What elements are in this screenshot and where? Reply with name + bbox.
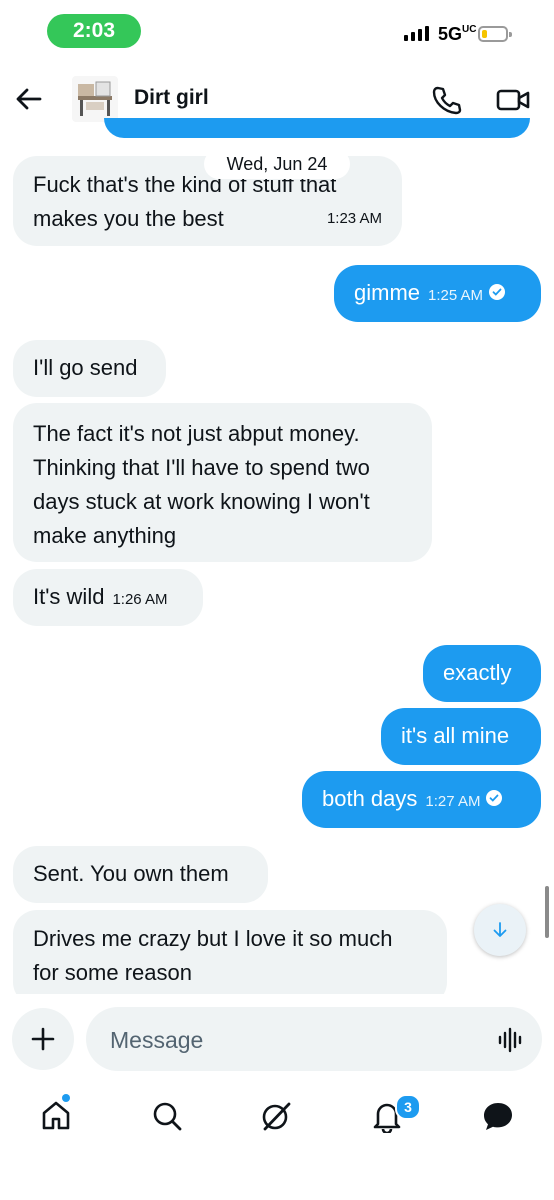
message-list-fade	[0, 994, 554, 1006]
message-outgoing[interactable]: it's all mine	[381, 708, 541, 765]
message-time: 1:26 AM	[112, 591, 168, 608]
message-outgoing[interactable]: gimme 1:25 AM	[334, 265, 541, 322]
home-icon	[42, 1101, 70, 1130]
message-text-line2-row: makes you the best 1:23 AM	[33, 202, 382, 236]
plus-icon	[31, 1027, 55, 1051]
message-text: Sent. You own them	[33, 861, 229, 886]
message-text: for some reason	[33, 960, 192, 985]
battery-icon	[478, 26, 512, 42]
message-composer	[86, 1007, 542, 1071]
read-receipt-icon	[486, 790, 503, 807]
message-text: It's wild	[33, 584, 105, 609]
messages-icon	[484, 1103, 512, 1130]
notifications-badge: 3	[395, 1094, 421, 1120]
video-camera-icon[interactable]	[496, 86, 530, 114]
message-time: 1:25 AM	[428, 287, 484, 304]
scroll-to-bottom-button[interactable]	[474, 904, 526, 956]
message-text: Thinking that I'll have to spend two	[33, 455, 370, 480]
arrow-left-icon[interactable]	[14, 84, 44, 114]
message-incoming[interactable]: The fact it's not just abput money. Thin…	[13, 403, 432, 562]
message-text: days stuck at work knowing I won't	[33, 489, 370, 514]
message-incoming[interactable]: It's wild 1:26 AM	[13, 569, 203, 626]
date-separator: Wed, Jun 24	[204, 149, 350, 179]
message-time: 1:27 AM	[425, 793, 481, 810]
message-text: I'll go send	[33, 355, 138, 380]
message-text: it's all mine	[401, 723, 510, 748]
message-time: 1:23 AM	[326, 210, 382, 227]
message-text: exactly	[443, 660, 512, 685]
message-text: both days	[322, 786, 418, 811]
contact-name[interactable]: Dirt girl	[134, 86, 209, 110]
message-incoming[interactable]: Sent. You own them	[13, 846, 268, 903]
grok-tab[interactable]	[256, 1094, 296, 1138]
network-label: 5GUC	[438, 24, 477, 44]
message-input[interactable]	[108, 1021, 472, 1059]
message-text: make anything	[33, 523, 177, 548]
message-text: gimme	[354, 280, 421, 305]
status-time: 2:03	[47, 14, 141, 48]
add-attachment-button[interactable]	[12, 1008, 74, 1070]
message-text: Drives me crazy but I love it so much	[33, 926, 393, 951]
signal-strength-icon	[404, 26, 429, 41]
message-text: makes you the best	[33, 206, 224, 231]
search-tab[interactable]	[147, 1094, 187, 1138]
phone-icon[interactable]	[430, 84, 462, 116]
messages-tab[interactable]	[478, 1094, 518, 1138]
home-tab[interactable]	[36, 1094, 76, 1138]
status-bar: 2:03 5GUC	[0, 0, 554, 64]
avatar[interactable]	[72, 76, 118, 122]
message-text: The fact it's not just abput money.	[33, 421, 360, 446]
arrow-down-icon	[493, 922, 507, 937]
voice-message-icon[interactable]	[496, 1026, 526, 1054]
home-unread-dot	[62, 1094, 70, 1102]
previous-message-edge	[104, 118, 530, 138]
read-receipt-icon	[489, 284, 506, 301]
message-incoming[interactable]: I'll go send	[13, 340, 166, 397]
message-outgoing[interactable]: both days 1:27 AM	[302, 771, 541, 828]
scrollbar[interactable]	[545, 886, 549, 938]
grok-icon	[262, 1102, 291, 1131]
message-outgoing[interactable]: exactly	[423, 645, 541, 702]
search-icon	[153, 1102, 182, 1131]
message-incoming[interactable]: Drives me crazy but I love it so much fo…	[13, 910, 447, 1006]
